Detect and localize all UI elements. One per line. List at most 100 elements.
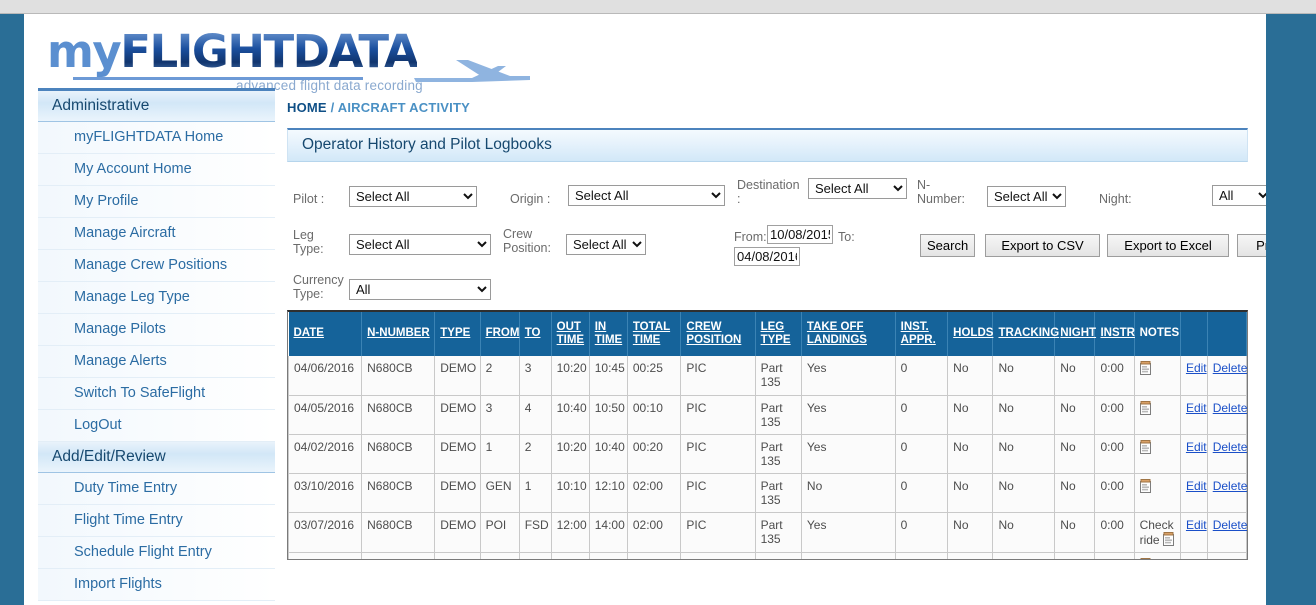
leg-type-select[interactable]: Select All bbox=[349, 234, 491, 255]
cell-total-time: 02:00 bbox=[627, 552, 681, 560]
cell-takeoff-landings: Yes bbox=[801, 395, 895, 434]
cell-to: 1 bbox=[519, 473, 551, 512]
column-header-holds: HOLDS bbox=[948, 312, 993, 356]
nnumber-select[interactable]: Select All bbox=[987, 186, 1066, 207]
notepad-icon[interactable] bbox=[1140, 401, 1152, 415]
cell-type: DEMO bbox=[435, 473, 480, 512]
delete-link[interactable]: Delete bbox=[1213, 440, 1248, 454]
edit-link[interactable]: Edit bbox=[1186, 518, 1207, 532]
sidebar-item-import-flights[interactable]: Import Flights bbox=[38, 569, 275, 601]
sidebar-item-manage-aircraft[interactable]: Manage Aircraft bbox=[38, 218, 275, 250]
notepad-icon[interactable] bbox=[1140, 440, 1152, 454]
sidebar-item-logout[interactable]: LogOut bbox=[38, 410, 275, 442]
cell-crew-position: PIC bbox=[681, 512, 755, 552]
notepad-icon[interactable] bbox=[1140, 558, 1152, 561]
cell-edit: Edit bbox=[1180, 473, 1207, 512]
cell-from: GEN bbox=[480, 473, 519, 512]
sidebar-item-switch-to-safeflight[interactable]: Switch To SafeFlight bbox=[38, 378, 275, 410]
cell-holds: No bbox=[948, 356, 993, 395]
sidebar-item-manage-alerts[interactable]: Manage Alerts bbox=[38, 346, 275, 378]
cell-in-time: 14:00 bbox=[589, 512, 627, 552]
column-header-in-time: IN TIME bbox=[589, 312, 627, 356]
sidebar-section-administrative[interactable]: Administrative bbox=[38, 91, 275, 122]
edit-link[interactable]: Edit bbox=[1186, 558, 1207, 561]
page-container: myFLIGHTDATA advanced flight data record… bbox=[24, 14, 1266, 605]
delete-link[interactable]: Delete bbox=[1213, 401, 1248, 415]
sidebar-item-flight-time-entry[interactable]: Flight Time Entry bbox=[38, 505, 275, 537]
cell-night: No bbox=[1055, 434, 1095, 473]
notepad-icon[interactable] bbox=[1140, 361, 1152, 375]
cell-nnumber: N680CB bbox=[362, 434, 435, 473]
currency-type-select[interactable]: All bbox=[349, 279, 491, 300]
export-csv-button[interactable]: Export to CSV bbox=[985, 234, 1100, 257]
sidebar-item-manage-pilots[interactable]: Manage Pilots bbox=[38, 314, 275, 346]
breadcrumb-home-link[interactable]: HOME bbox=[287, 100, 327, 115]
cell-edit: Edit bbox=[1180, 512, 1207, 552]
delete-link[interactable]: Delete bbox=[1213, 361, 1248, 375]
sidebar-item-schedule-flight-entry[interactable]: Schedule Flight Entry bbox=[38, 537, 275, 569]
from-date-input[interactable] bbox=[767, 225, 833, 244]
cell-out-time: 10:20 bbox=[551, 434, 589, 473]
delete-link[interactable]: Delete bbox=[1213, 479, 1248, 493]
cell-to: 4 bbox=[519, 395, 551, 434]
edit-link[interactable]: Edit bbox=[1186, 479, 1207, 493]
export-excel-button[interactable]: Export to Excel bbox=[1107, 234, 1229, 257]
crew-position-select[interactable]: Select All bbox=[566, 234, 646, 255]
cell-tracking: No bbox=[993, 434, 1055, 473]
cell-tracking: No bbox=[993, 552, 1055, 560]
cell-instr: 0:00 bbox=[1095, 356, 1134, 395]
sidebar-item-duty-time-entry[interactable]: Duty Time Entry bbox=[38, 473, 275, 505]
cell-instr: 0:00 bbox=[1095, 473, 1134, 512]
column-header-type: TYPE bbox=[435, 312, 480, 356]
cell-date: 03/10/2016 bbox=[289, 473, 362, 512]
column-header-n-number: N-NUMBER bbox=[362, 312, 435, 356]
site-logo[interactable]: myFLIGHTDATA bbox=[47, 29, 417, 74]
destination-label: Destination : bbox=[737, 178, 789, 206]
origin-select[interactable]: Select All bbox=[568, 185, 725, 206]
print-button[interactable]: Print bbox=[1237, 234, 1266, 257]
sidebar-item-manage-leg-type[interactable]: Manage Leg Type bbox=[38, 282, 275, 314]
cell-delete: Delete bbox=[1207, 395, 1246, 434]
notepad-icon[interactable] bbox=[1163, 532, 1175, 546]
delete-link[interactable]: Delete bbox=[1213, 518, 1248, 532]
delete-link[interactable]: Delete bbox=[1213, 558, 1248, 561]
search-button[interactable]: Search bbox=[920, 234, 975, 257]
logo-my-text: my bbox=[47, 25, 120, 78]
cell-night: No bbox=[1055, 356, 1095, 395]
cell-crew-position: PIC bbox=[681, 473, 755, 512]
site-header: myFLIGHTDATA advanced flight data record… bbox=[24, 14, 1266, 88]
cell-leg-type: Part 135 bbox=[755, 473, 801, 512]
sidebar-item-my-profile[interactable]: My Profile bbox=[38, 186, 275, 218]
cell-to: FSD bbox=[519, 512, 551, 552]
night-select[interactable]: All bbox=[1212, 185, 1266, 206]
pilot-label: Pilot : bbox=[293, 192, 324, 206]
edit-link[interactable]: Edit bbox=[1186, 440, 1207, 454]
column-header-tracking: TRACKING bbox=[993, 312, 1055, 356]
sidebar-item-manage-crew-positions[interactable]: Manage Crew Positions bbox=[38, 250, 275, 282]
cell-total-time: 00:10 bbox=[627, 395, 681, 434]
cell-edit: Edit bbox=[1180, 395, 1207, 434]
cell-in-time: 10:40 bbox=[589, 434, 627, 473]
cell-delete: Delete bbox=[1207, 552, 1246, 560]
sidebar-item-my-account-home[interactable]: My Account Home bbox=[38, 154, 275, 186]
pilot-select[interactable]: Select All bbox=[349, 186, 477, 207]
cell-delete: Delete bbox=[1207, 434, 1246, 473]
breadcrumb: HOME / AIRCRAFT ACTIVITY bbox=[287, 88, 1248, 128]
cell-crew-position: PIC bbox=[681, 434, 755, 473]
edit-link[interactable]: Edit bbox=[1186, 361, 1207, 375]
sidebar-section-add-edit-review[interactable]: Add/Edit/Review bbox=[38, 442, 275, 473]
column-header-edit-spacer bbox=[1180, 312, 1207, 356]
edit-link[interactable]: Edit bbox=[1186, 401, 1207, 415]
night-label: Night: bbox=[1099, 192, 1132, 206]
cell-total-time: 02:00 bbox=[627, 473, 681, 512]
browser-viewport: myFLIGHTDATA advanced flight data record… bbox=[0, 0, 1316, 605]
notepad-icon[interactable] bbox=[1140, 479, 1152, 493]
cell-notes bbox=[1134, 356, 1180, 395]
sidebar-item-myflightdata-home[interactable]: myFLIGHTDATA Home bbox=[38, 122, 275, 154]
to-date-input[interactable] bbox=[734, 247, 800, 266]
cell-night: No bbox=[1055, 395, 1095, 434]
cell-crew-position: PIC bbox=[681, 552, 755, 560]
origin-label: Origin : bbox=[510, 192, 550, 206]
destination-select[interactable]: Select All bbox=[808, 178, 907, 199]
cell-notes bbox=[1134, 473, 1180, 512]
